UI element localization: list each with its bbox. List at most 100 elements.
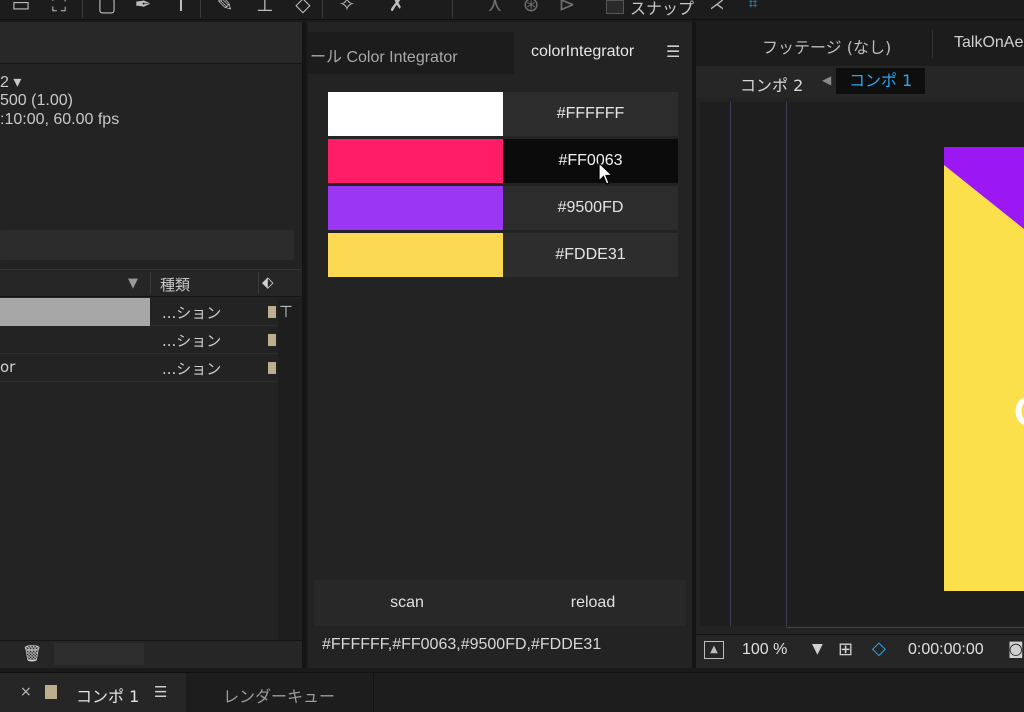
tab-talkonae[interactable]: TalkOnAe: [954, 34, 1023, 52]
region-of-interest-icon[interactable]: ⊞: [838, 639, 853, 660]
eraser-tool-icon[interactable]: ◇: [290, 0, 316, 16]
tab-divider: [932, 30, 933, 58]
color-swatch[interactable]: [328, 233, 503, 277]
row-type: ...ション: [162, 360, 222, 378]
trash-icon[interactable]: 🗑: [22, 644, 42, 663]
color-swatch[interactable]: [328, 139, 503, 183]
flowchart-icon[interactable]: ⊤: [279, 302, 293, 321]
stamp-tool-icon[interactable]: ⊥: [252, 0, 278, 16]
composition-canvas-area[interactable]: C: [700, 102, 1024, 628]
toolbar-divider: [322, 0, 323, 18]
current-time[interactable]: 0:00:00:00: [908, 641, 984, 659]
project-scroll-column: [278, 299, 302, 662]
type-tool-icon[interactable]: T: [168, 0, 194, 16]
action-bar: scan reload: [314, 580, 686, 626]
color-swatch[interactable]: [328, 92, 503, 136]
label-color-swatch[interactable]: [268, 362, 276, 374]
project-column-header: ▼ 種類 ⬖: [0, 269, 302, 297]
selected-row-highlight: [0, 298, 150, 326]
comp-info-line-3: :10:00, 60.00 fps: [0, 111, 120, 128]
row-type: ...ション: [162, 304, 222, 322]
nav-comp-2[interactable]: コンポ 2: [740, 72, 803, 96]
project-row[interactable]: ...ション: [0, 326, 278, 354]
canvas-text: C: [1014, 390, 1024, 434]
swatch-row[interactable]: #9500FD: [328, 186, 678, 230]
close-icon[interactable]: ×: [20, 684, 32, 700]
column-type-header[interactable]: 種類: [160, 274, 190, 295]
zoom-level[interactable]: 100 %: [742, 641, 787, 659]
color-swatch[interactable]: [328, 186, 503, 230]
tab-color-integrator[interactable]: ール Color Integrator: [308, 32, 514, 74]
tab-render-queue[interactable]: レンダーキュー: [186, 673, 374, 712]
swatch-row[interactable]: #FDDE31: [328, 233, 678, 277]
zoom-tool-icon[interactable]: ⛶: [46, 0, 72, 16]
tab-label: コンポ 1: [76, 687, 140, 706]
snap-label: スナップ: [630, 0, 695, 18]
swatch-row[interactable]: #FF0063: [328, 139, 678, 183]
snap-options-icon[interactable]: ⋌: [704, 0, 730, 16]
hand-tool-icon[interactable]: ▭: [8, 0, 34, 16]
tab-label: ール Color Integrator: [310, 49, 458, 66]
column-divider: [150, 272, 151, 294]
mask-visibility-icon[interactable]: ◇: [872, 638, 886, 659]
guide-line: [730, 102, 731, 626]
project-footer: 🗑: [0, 640, 302, 668]
swatch-list: #FFFFFF #FF0063 #9500FD #FDDE31: [328, 92, 678, 282]
label-color-swatch[interactable]: [268, 306, 276, 318]
image-preview-icon[interactable]: ▲: [704, 641, 724, 659]
toolbar-divider: [200, 0, 201, 18]
axis-local-icon[interactable]: ⋏: [482, 0, 508, 16]
nav-arrow-left-icon: ◀: [822, 73, 832, 87]
tab-label: レンダーキュー: [223, 687, 336, 706]
label-color-swatch: [45, 685, 57, 699]
row-name: or: [0, 358, 16, 376]
pen-tool-icon[interactable]: ✒: [130, 0, 156, 16]
puppet-tool-icon[interactable]: ✗: [384, 0, 410, 16]
shape-tool-icon[interactable]: ▢: [94, 0, 120, 16]
scan-button[interactable]: scan: [314, 580, 500, 626]
axis-world-icon[interactable]: ⊛: [518, 0, 544, 16]
snap-target-icon[interactable]: ⌗: [740, 0, 766, 16]
project-row[interactable]: ...ション: [0, 298, 278, 326]
composition-frame: C: [944, 147, 1024, 591]
project-panel: 2 ▾ 500 (1.00) :10:00, 60.00 fps ▼ 種類 ⬖ …: [0, 22, 302, 668]
roto-tool-icon[interactable]: ✧: [334, 0, 360, 16]
swatch-row[interactable]: #FFFFFF: [328, 92, 678, 136]
toolbar-divider: [452, 0, 453, 18]
panel-menu-icon[interactable]: ☰: [666, 42, 680, 61]
tab-menu-icon[interactable]: ☰: [154, 683, 167, 701]
hex-label[interactable]: #9500FD: [503, 186, 678, 230]
hex-label[interactable]: #FFFFFF: [503, 92, 678, 136]
tools-toolbar: ▭ ⛶ ▢ ✒ T ✎ ⊥ ◇ ✧ ✗ ⋏ ⊛ ⊳ スナップ ⋌ ⌗: [0, 0, 1024, 20]
comp-info-line-1: 2 ▾: [0, 74, 22, 91]
nav-comp-1[interactable]: コンポ 1: [836, 68, 926, 94]
snap-checkbox[interactable]: [606, 0, 624, 14]
panel-divider[interactable]: [302, 22, 306, 668]
brush-tool-icon[interactable]: ✎: [212, 0, 238, 16]
label-color-swatch[interactable]: [268, 334, 276, 346]
snapshot-camera-icon[interactable]: ◙: [1008, 639, 1024, 658]
hex-label[interactable]: #FDDE31: [503, 233, 678, 277]
viewer-tab-bar: フッテージ (なし) TalkOnAe: [696, 22, 1024, 66]
project-search-input[interactable]: [0, 230, 294, 260]
reload-button[interactable]: reload: [500, 580, 686, 626]
color-output-text[interactable]: #FFFFFF,#FF0063,#9500FD,#FDDE31: [322, 636, 601, 654]
tab-label: colorIntegrator: [531, 43, 635, 60]
zoom-dropdown-icon[interactable]: ▼: [812, 641, 823, 657]
timeline-tab-bar: × コンポ 1 ☰ レンダーキュー: [0, 672, 1024, 712]
mouse-cursor-icon: [598, 162, 614, 185]
sort-caret-icon[interactable]: ▼: [128, 276, 138, 291]
comp-info-line-2: 500 (1.00): [0, 92, 73, 109]
composition-viewer-panel: フッテージ (なし) TalkOnAe コンポ 2 ◀ コンポ 1 C ▲ 10…: [696, 22, 1024, 668]
tab-colorintegrator[interactable]: colorIntegrator ☰: [514, 32, 692, 74]
label-tag-icon[interactable]: ⬖: [262, 273, 274, 291]
color-integrator-panel: ール Color Integrator colorIntegrator ☰ #F…: [308, 22, 692, 668]
hex-label[interactable]: #FF0063: [503, 139, 678, 183]
project-panel-header: [0, 22, 302, 64]
tab-footage[interactable]: フッテージ (なし): [762, 34, 891, 58]
project-row[interactable]: or ...ション: [0, 354, 278, 382]
tab-comp-1[interactable]: × コンポ 1 ☰: [0, 673, 186, 712]
viewer-footer: ▲ 100 % ▼ ⊞ ◇ 0:00:00:00 ◙: [696, 634, 1024, 668]
axis-view-icon[interactable]: ⊳: [554, 0, 580, 16]
toolbar-divider: [82, 0, 83, 18]
